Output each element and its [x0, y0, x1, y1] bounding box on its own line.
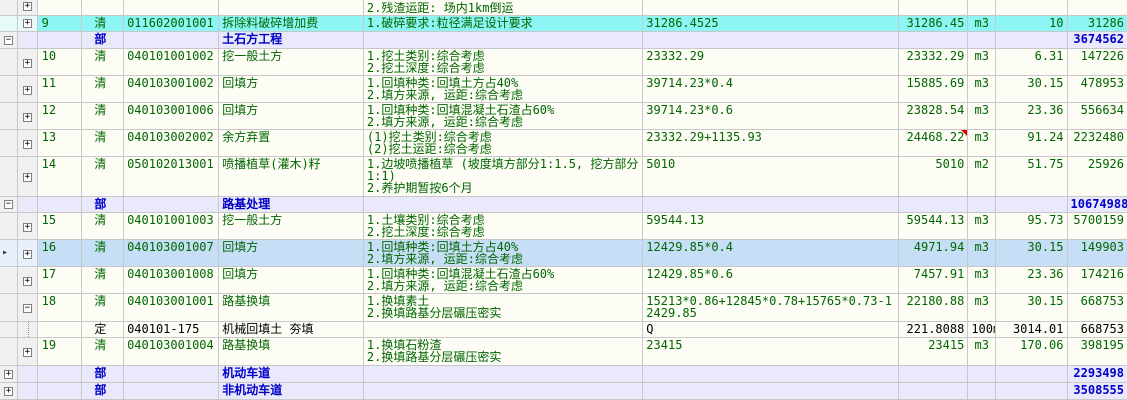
table-row[interactable]: + 17 清 040103001008 回填方 1.回填种类:回填混凝土石渣占6…	[0, 267, 1127, 294]
table-row[interactable]: + 15 清 040101001003 挖一般土方 1.土壤类别:综合考虑 2.…	[0, 213, 1127, 240]
red-triangle-note-icon[interactable]	[961, 130, 968, 136]
expand-icon[interactable]: +	[22, 348, 32, 357]
table-row[interactable]: + 11 清 040103001002 回填方 1.回填种类:回填土方占40% …	[0, 76, 1127, 103]
tree-line	[27, 322, 29, 337]
current-row-pointer-icon: ▸	[2, 247, 9, 258]
expand-icon[interactable]: +	[22, 173, 32, 182]
section-row[interactable]: + 部 非机动车道 3508555	[0, 383, 1127, 400]
expand-icon[interactable]: +	[4, 387, 13, 396]
table-row[interactable]: + 14 清 050102013001 喷播植草(灌木)籽 1.边坡喷播植草 (…	[0, 157, 1127, 197]
table-row[interactable]: + 12 清 040103001006 回填方 1.回填种类:回填混凝土石渣占6…	[0, 103, 1127, 130]
collapse-icon[interactable]: −	[22, 304, 32, 313]
expand-icon[interactable]: +	[22, 277, 32, 286]
expand-icon[interactable]: +	[22, 86, 32, 95]
collapse-icon[interactable]: −	[4, 36, 13, 45]
table-row-selected[interactable]: ▸ + 16 清 040103001007 回填方 1.回填种类:回填土方占40…	[0, 240, 1127, 267]
expand-icon[interactable]: +	[22, 223, 32, 232]
expand-icon[interactable]: +	[22, 113, 32, 122]
table-row[interactable]: + 2.残渣运距: 场内1km倒运	[0, 0, 1127, 16]
expand-icon[interactable]: +	[22, 250, 32, 259]
expand-icon[interactable]: +	[4, 370, 13, 379]
table-row[interactable]: + 10 清 040101001002 挖一般土方 1.挖土类别:综合考虑 2.…	[0, 49, 1127, 76]
section-row[interactable]: − 部 路基处理 10674988	[0, 197, 1127, 213]
quota-row[interactable]: 定 040101-175 机械回填土 夯填 Q 221.8088 100m3 3…	[0, 322, 1127, 338]
table-row[interactable]: − 18 清 040103001001 路基换填 1.换填素土 2.换填路基分层…	[0, 294, 1127, 322]
section-row[interactable]: − 部 土石方工程 3674562	[0, 32, 1127, 49]
table-row[interactable]: + 13 清 040103002002 余方弃置 (1)挖土类别:综合考虑 (2…	[0, 130, 1127, 157]
collapse-icon[interactable]: −	[4, 200, 13, 209]
table-row[interactable]: + 19 清 040103001004 路基换填 1.换填石粉渣 2.换填路基分…	[0, 338, 1127, 366]
bill-of-quantities-grid: + 2.残渣运距: 场内1km倒运 + 9 清 011602001001 拆除料…	[0, 0, 1127, 400]
expand-icon[interactable]: +	[22, 19, 32, 28]
expand-icon[interactable]: +	[22, 59, 32, 68]
section-row[interactable]: + 部 机动车道 2293498	[0, 366, 1127, 383]
table-row[interactable]: + 9 清 011602001001 拆除料破碎增加费 1.破碎要求:粒径满足设…	[0, 16, 1127, 32]
expand-icon[interactable]: +	[22, 2, 32, 11]
expand-icon[interactable]: +	[22, 140, 32, 149]
